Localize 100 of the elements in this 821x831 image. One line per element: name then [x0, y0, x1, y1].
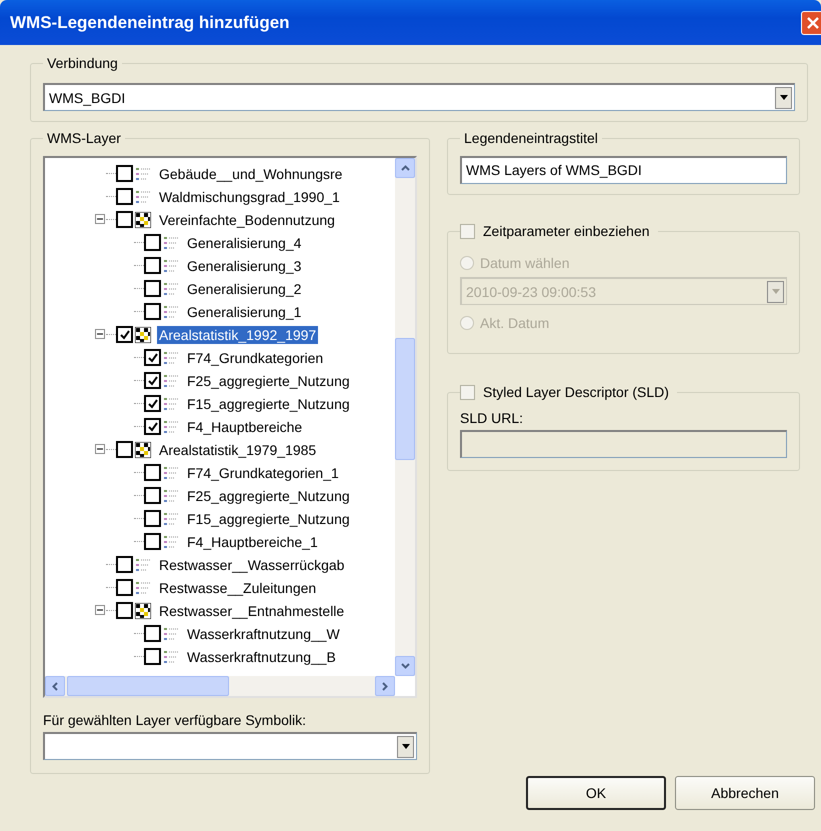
checkmark-icon [148, 376, 158, 386]
field-label: Für gewählten Layer verfügbare Symbolik: [43, 712, 308, 728]
layer-item[interactable]: Generalisierung_4 [185, 234, 304, 252]
collapse-icon[interactable] [95, 444, 105, 454]
layer-checkbox[interactable] [116, 602, 133, 619]
layer-item[interactable]: F4_Hauptbereiche [185, 418, 304, 436]
checkmark-icon [148, 422, 158, 432]
layer-item[interactable]: Generalisierung_3 [185, 256, 304, 274]
collapse-icon[interactable] [95, 329, 105, 339]
scroll-up-button[interactable] [395, 158, 415, 178]
layer-item[interactable]: Restwasse__Zuleitungen [157, 578, 318, 596]
legend-icon [163, 350, 179, 366]
layer-item[interactable]: Vereinfachte_Bodennutzung [157, 210, 337, 228]
layer-item[interactable]: F25_aggregierte_Nutzung [185, 486, 352, 504]
scroll-thumb[interactable] [67, 676, 229, 696]
checkmark-icon [148, 398, 158, 408]
dialog-button[interactable]: Abbrechen [675, 776, 815, 810]
checkbox[interactable] [460, 224, 475, 238]
checkbox-label: Zeitparameter einbeziehen [483, 223, 650, 239]
layer-item[interactable]: F4_Hauptbereiche_1 [185, 532, 320, 550]
layer-item[interactable]: Gebäude__und_Wohnungsre [157, 164, 344, 182]
layer-item[interactable]: Restwasser__Wasserrückgab [157, 556, 346, 574]
layer-checkbox[interactable] [144, 372, 161, 389]
checkbox-label: Styled Layer Descriptor (SLD) [483, 384, 669, 400]
layer-item[interactable]: F25_aggregierte_Nutzung [185, 372, 352, 390]
window-title: WMS-Legendeneintrag hinzufügen [10, 12, 290, 32]
layer-checkbox[interactable] [116, 211, 133, 228]
layer-checkbox[interactable] [144, 487, 161, 504]
layer-checkbox[interactable] [144, 510, 161, 527]
legend-icon [163, 626, 179, 642]
group-label: WMS-Layer [46, 130, 122, 146]
layer-item[interactable]: Arealstatistik_1992_1997 [157, 326, 318, 344]
radio-label: Akt. Datum [480, 315, 550, 331]
checkmark-icon [120, 330, 130, 340]
radio-label: Datum wählen [480, 255, 570, 271]
layer-checkbox[interactable] [144, 349, 161, 366]
layer-checkbox[interactable] [144, 648, 161, 665]
close-button[interactable] [801, 10, 821, 34]
checkered-icon [135, 442, 151, 458]
field-label: SLD URL: [460, 410, 524, 426]
layer-item[interactable]: Generalisierung_1 [185, 302, 304, 320]
url-input-field[interactable] [460, 430, 787, 458]
layer-item[interactable]: Wasserkraftnutzung__W [185, 624, 342, 642]
title-input-field[interactable]: WMS Layers of WMS_BGDI [460, 156, 787, 184]
legend-icon [163, 510, 179, 526]
layer-checkbox[interactable] [144, 533, 161, 550]
chevron-up-icon [400, 165, 410, 171]
collapse-icon[interactable] [95, 605, 105, 615]
connection-dropdown[interactable]: WMS_BGDI [43, 83, 795, 111]
layer-item[interactable]: Restwasser__Entnahmestelle [157, 602, 346, 620]
legend-icon [163, 534, 179, 550]
layer-item[interactable]: Waldmischungsgrad_1990_1 [157, 188, 342, 206]
layer-checkbox[interactable] [144, 280, 161, 297]
horizontal-scrollbar[interactable] [45, 676, 395, 696]
layer-checkbox[interactable] [144, 625, 161, 642]
checkmark-icon [148, 352, 158, 362]
legend-icon [135, 580, 151, 596]
scroll-down-button[interactable] [395, 656, 415, 676]
chevron-right-icon [382, 682, 388, 690]
layer-item[interactable]: Wasserkraftnutzung__B [185, 648, 338, 666]
radio-button[interactable] [460, 256, 474, 270]
collapse-icon[interactable] [95, 214, 105, 224]
layer-checkbox[interactable] [116, 579, 133, 596]
layer-checkbox[interactable] [116, 441, 133, 458]
layer-checkbox[interactable] [144, 303, 161, 320]
layer-item[interactable]: F74_Grundkategorien_1 [185, 464, 341, 482]
layer-checkbox[interactable] [144, 395, 161, 412]
legend-icon [163, 304, 179, 320]
chevron-left-icon [52, 682, 58, 690]
legend-icon [163, 464, 179, 480]
layer-item[interactable]: F15_aggregierte_Nutzung [185, 510, 352, 528]
layer-checkbox[interactable] [116, 326, 133, 343]
scroll-thumb[interactable] [395, 338, 415, 460]
legend-icon [135, 166, 151, 182]
layer-checkbox[interactable] [116, 188, 133, 205]
scroll-left-button[interactable] [45, 676, 65, 696]
layer-item[interactable]: F74_Grundkategorien [185, 348, 326, 366]
layer-checkbox[interactable] [116, 556, 133, 573]
radio-button[interactable] [460, 316, 474, 330]
group-label: Legendeneintragstitel [463, 130, 599, 146]
scroll-right-button[interactable] [375, 676, 395, 696]
dialog-button[interactable]: OK [526, 776, 666, 810]
checkered-icon [135, 326, 151, 342]
checkered-icon [135, 212, 151, 228]
layer-item[interactable]: Arealstatistik_1979_1985 [157, 440, 318, 458]
layer-checkbox[interactable] [116, 165, 133, 182]
vertical-scrollbar[interactable] [395, 158, 415, 676]
group-label: Verbindung [46, 55, 119, 71]
symbology-dropdown[interactable] [43, 732, 417, 760]
close-icon [806, 16, 820, 30]
layer-checkbox[interactable] [144, 257, 161, 274]
layer-checkbox[interactable] [144, 464, 161, 481]
layer-item[interactable]: F15_aggregierte_Nutzung [185, 394, 352, 412]
checkbox[interactable] [460, 384, 475, 400]
legend-icon [163, 418, 179, 434]
layer-checkbox[interactable] [144, 234, 161, 251]
layer-checkbox[interactable] [144, 418, 161, 435]
legend-icon [163, 396, 179, 412]
layer-item[interactable]: Generalisierung_2 [185, 280, 304, 298]
legend-icon [135, 556, 151, 572]
